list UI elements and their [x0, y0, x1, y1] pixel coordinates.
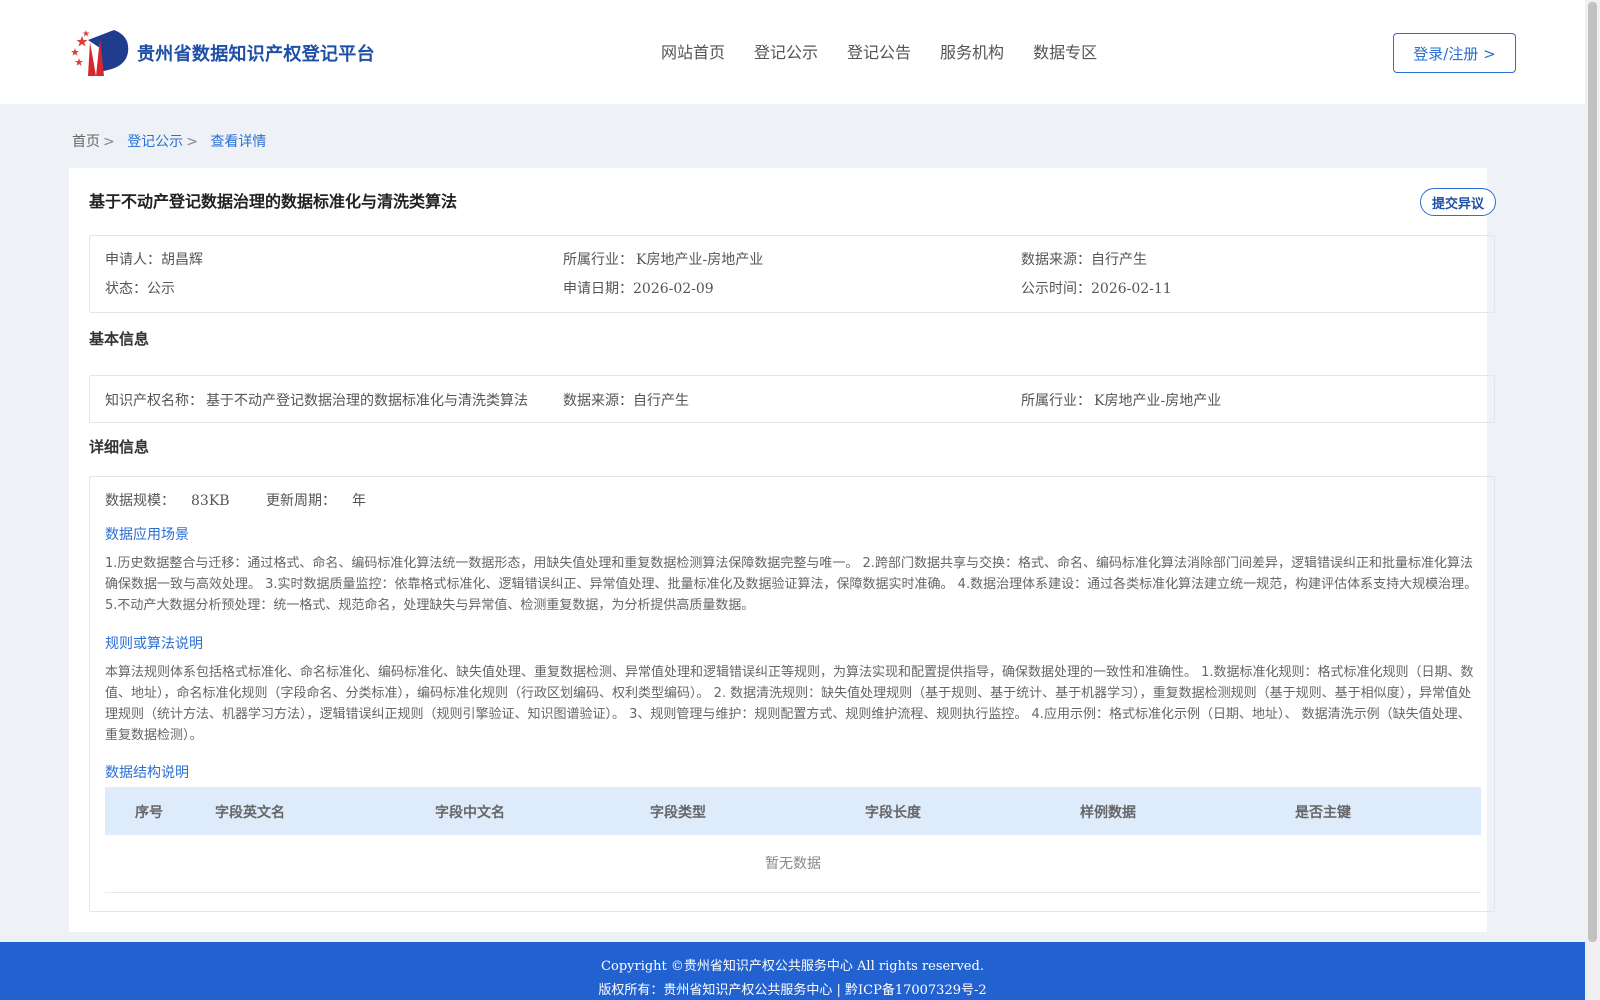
scenario-text: 1.历史数据整合与迁移：通过格式、命名、编码标准化算法统一数据形态，用缺失值处理…	[105, 556, 1478, 613]
update-cycle-label: 更新周期：	[266, 493, 337, 509]
col-primary-key: 是否主键	[1295, 805, 1351, 821]
rules-heading: 规则或算法说明	[105, 636, 203, 652]
publish-date-label: 公示时间：	[1021, 281, 1091, 297]
breadcrumb-separator: >	[186, 134, 198, 150]
ip-name-label: 知识产权名称：	[105, 393, 203, 409]
scenario-heading: 数据应用场景	[105, 527, 189, 543]
breadcrumb-registration-publicity[interactable]: 登记公示	[127, 134, 183, 150]
industry-value: K房地产业-房地产业	[636, 252, 764, 268]
industry-field: 所属行业： K房地产业-房地产业	[563, 249, 763, 269]
industry-label: 所属行业：	[563, 252, 633, 268]
basic-source-value: 自行产生	[633, 393, 689, 409]
scrollbar-thumb[interactable]	[1588, 2, 1597, 942]
summary-box: 申请人：胡昌辉 所属行业： K房地产业-房地产业 数据来源：自行产生 状态：公示 …	[89, 235, 1495, 313]
structure-table-header: 序号 字段英文名 字段中文名 字段类型 字段长度 样例数据 是否主键	[105, 787, 1481, 835]
breadcrumb-separator: >	[103, 134, 115, 150]
applicant-label: 申请人：	[105, 252, 161, 268]
detail-card: 基于不动产登记数据治理的数据标准化与清洗类算法 提交异议 申请人：胡昌辉 所属行…	[69, 168, 1496, 932]
main-nav: 网站首页 登记公示 登记公告 服务机构 数据专区	[661, 39, 1126, 63]
data-scale-value: 83KB	[191, 493, 230, 509]
col-sample: 样例数据	[1080, 805, 1136, 821]
status-label: 状态：	[105, 281, 147, 297]
col-length: 字段长度	[865, 805, 921, 821]
apply-date-label: 申请日期：	[563, 281, 633, 297]
site-footer: Copyright ©贵州省知识产权公共服务中心 All rights rese…	[0, 942, 1585, 1000]
site-header: 贵州省数据知识产权登记平台 网站首页 登记公示 登记公告 服务机构 数据专区 登…	[0, 0, 1585, 104]
data-scale: 数据规模： 83KB	[105, 493, 246, 509]
update-cycle-value: 年	[352, 493, 367, 509]
applicant-value: 胡昌辉	[161, 252, 203, 268]
status-value: 公示	[147, 281, 175, 297]
basic-info-box: 知识产权名称： 基于不动产登记数据治理的数据标准化与清洗类算法 数据来源：自行产生…	[89, 375, 1495, 423]
apply-date-field: 申请日期：2026-02-09	[563, 278, 714, 298]
basic-source-field: 数据来源：自行产生	[563, 390, 689, 410]
status-field: 状态：公示	[105, 278, 175, 298]
basic-industry-value: K房地产业-房地产业	[1094, 393, 1222, 409]
nav-item-service-agencies[interactable]: 服务机构	[940, 39, 1004, 63]
basic-info-heading: 基本信息	[89, 330, 150, 348]
rules-text: 本算法规则体系包括格式标准化、命名标准化、编码标准化、缺失值处理、重复数据检测、…	[105, 665, 1474, 743]
ip-name-field: 知识产权名称： 基于不动产登记数据治理的数据标准化与清洗类算法	[105, 390, 528, 410]
nav-item-registration-publicity[interactable]: 登记公示	[754, 39, 818, 63]
breadcrumb: 首页 > 登记公示 > 查看详情	[72, 131, 266, 151]
nav-item-data-zone[interactable]: 数据专区	[1033, 39, 1097, 63]
ip-name-value: 基于不动产登记数据治理的数据标准化与清洗类算法	[206, 393, 528, 409]
detail-info-heading: 详细信息	[89, 438, 150, 456]
page-scrollbar[interactable]	[1585, 0, 1600, 1000]
nav-item-home[interactable]: 网站首页	[661, 39, 725, 63]
footer-owner: 版权所有：贵州省知识产权公共服务中心 | 黔ICP备17007329号-2	[598, 983, 987, 998]
update-cycle: 更新周期： 年	[266, 493, 382, 509]
apply-date-value: 2026-02-09	[633, 281, 714, 297]
col-english-name: 字段英文名	[215, 805, 285, 821]
data-scale-label: 数据规模：	[105, 493, 175, 509]
breadcrumb-current: 查看详情	[210, 134, 267, 150]
col-chinese-name: 字段中文名	[435, 805, 505, 821]
record-title: 基于不动产登记数据治理的数据标准化与清洗类算法	[89, 192, 458, 211]
basic-industry-field: 所属行业： K房地产业-房地产业	[1021, 390, 1221, 410]
applicant-field: 申请人：胡昌辉	[105, 249, 203, 269]
source-field: 数据来源：自行产生	[1021, 249, 1147, 269]
source-label: 数据来源：	[1021, 252, 1091, 268]
basic-industry-label: 所属行业：	[1021, 393, 1091, 409]
structure-heading: 数据结构说明	[105, 765, 189, 781]
publish-date-value: 2026-02-11	[1091, 281, 1172, 297]
nav-item-registration-announcement[interactable]: 登记公告	[847, 39, 911, 63]
table-empty-state: 暂无数据	[105, 835, 1481, 893]
publish-date-field: 公示时间：2026-02-11	[1021, 278, 1172, 298]
submit-objection-button[interactable]: 提交异议	[1420, 188, 1496, 216]
footer-copyright: Copyright ©贵州省知识产权公共服务中心 All rights rese…	[601, 959, 984, 974]
col-index: 序号	[135, 805, 163, 821]
platform-logo-icon[interactable]	[70, 26, 130, 78]
data-meta: 数据规模： 83KB 更新周期： 年	[105, 490, 398, 510]
col-type: 字段类型	[650, 805, 706, 821]
source-value: 自行产生	[1091, 252, 1147, 268]
breadcrumb-home[interactable]: 首页	[72, 134, 100, 150]
login-register-button[interactable]: 登录/注册 >	[1393, 33, 1516, 73]
site-title[interactable]: 贵州省数据知识产权登记平台	[137, 40, 375, 66]
basic-source-label: 数据来源：	[563, 393, 633, 409]
detail-info-box: 数据规模： 83KB 更新周期： 年 数据应用场景 1.历史数据整合与迁移：通过格式…	[89, 476, 1495, 912]
